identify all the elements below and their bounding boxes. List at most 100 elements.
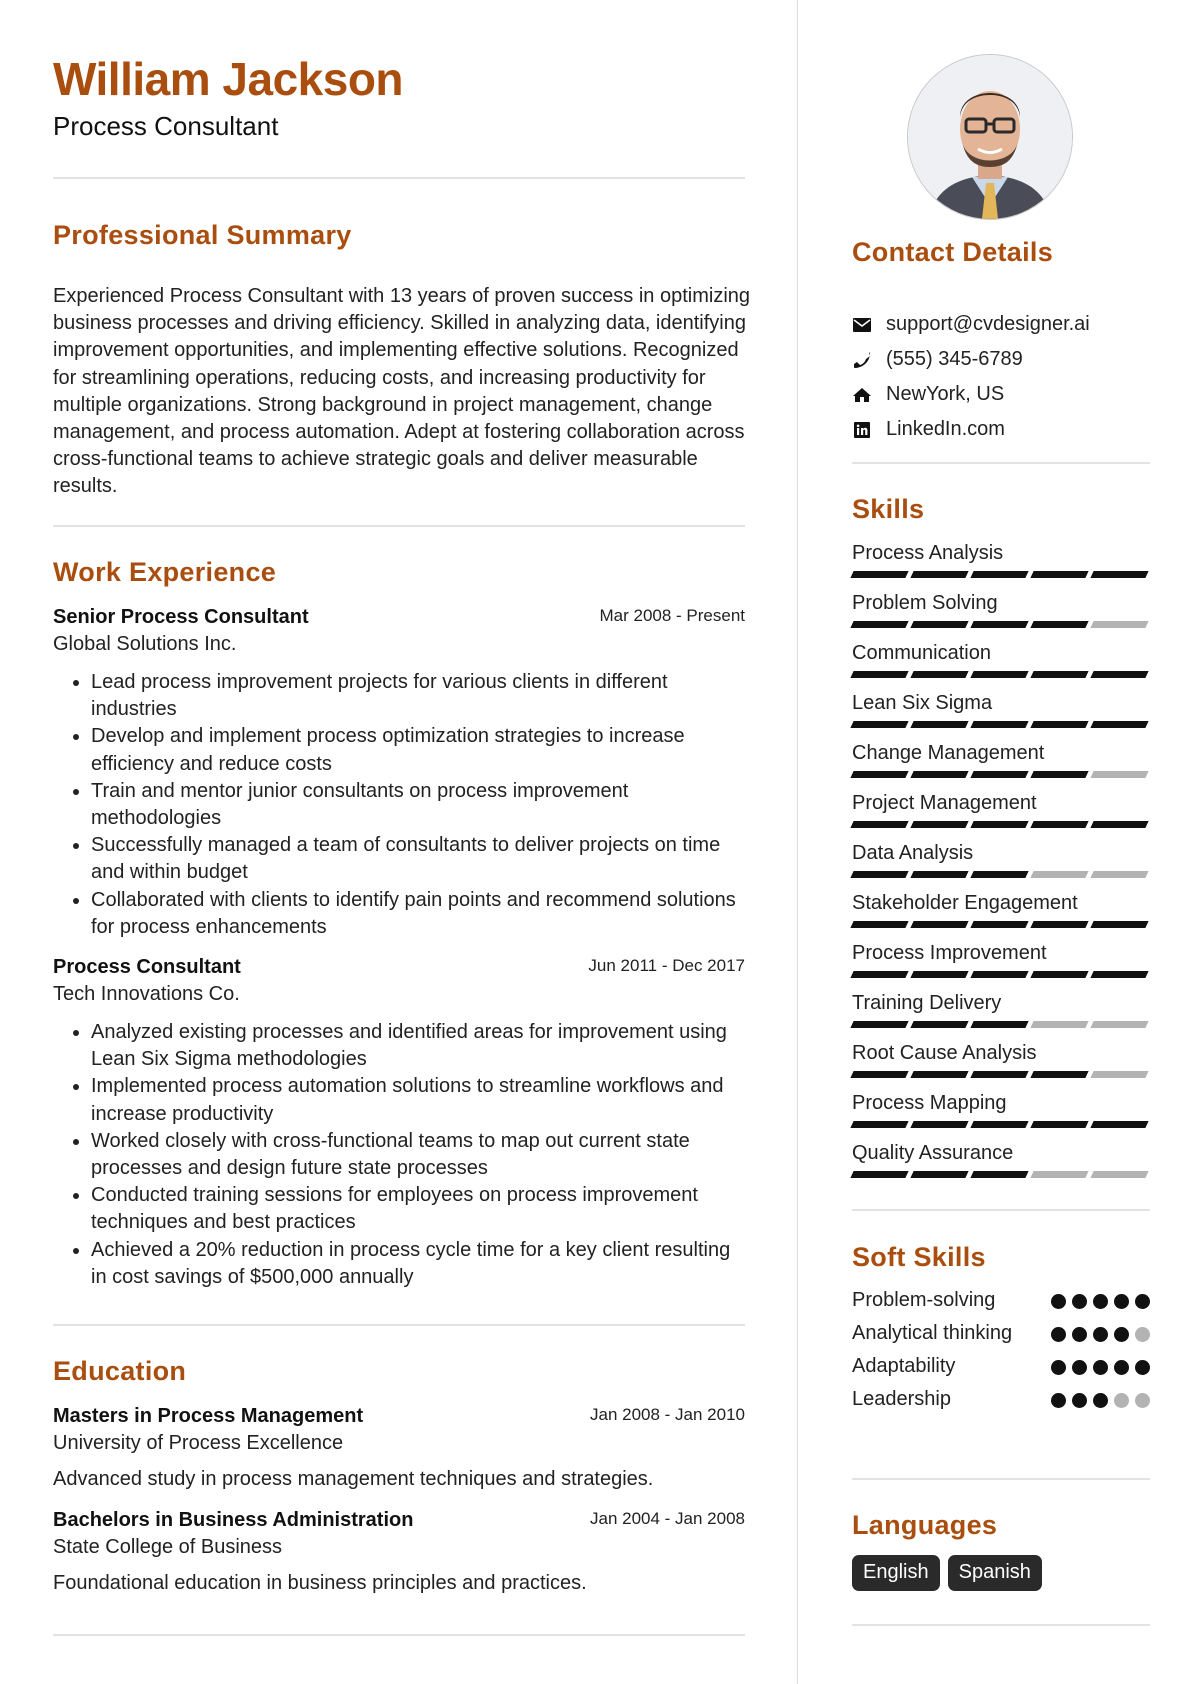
skill-segment-filled <box>1090 921 1149 928</box>
divider <box>852 1624 1150 1626</box>
soft-skill-item: Analytical thinking <box>852 1320 1150 1347</box>
skill-segment-filled <box>910 1021 969 1028</box>
job-entry: Senior Process Consultant Mar 2008 - Pre… <box>53 606 745 941</box>
skill-segment-filled <box>970 671 1029 678</box>
skill-segment-filled <box>910 1071 969 1078</box>
skill-level-bar <box>850 1171 1150 1178</box>
degree: Bachelors in Business Administration <box>53 1509 414 1531</box>
job-bullet: Train and mentor junior consultants on p… <box>91 778 745 832</box>
skill-segment-filled <box>1030 671 1089 678</box>
skill-segment-empty <box>1090 771 1149 778</box>
rating-dot-filled <box>1051 1294 1066 1309</box>
contact-linkedin[interactable]: LinkedIn.com <box>852 412 1090 447</box>
soft-skill-item: Problem-solving <box>852 1287 1150 1314</box>
rating-dot-filled <box>1093 1294 1108 1309</box>
skill-level-bar <box>850 1021 1150 1028</box>
home-icon <box>852 385 872 405</box>
skill-segment-filled <box>850 621 909 628</box>
rating-dot-filled <box>1051 1393 1066 1408</box>
skill-segment-filled <box>970 871 1029 878</box>
rating-dot-filled <box>1051 1360 1066 1375</box>
experience-heading: Work Experience <box>53 557 277 587</box>
soft-skill-rating <box>1051 1287 1150 1309</box>
school: University of Process Excellence <box>53 1432 344 1454</box>
rating-dot-filled <box>1093 1327 1108 1342</box>
skill-segment-filled <box>850 721 909 728</box>
skill-level-bar <box>850 671 1150 678</box>
skill-item: Problem Solving <box>850 591 1150 641</box>
rating-dot-filled <box>1051 1327 1066 1342</box>
skill-segment-filled <box>850 1071 909 1078</box>
divider <box>53 1324 745 1326</box>
contact-location-text: NewYork, US <box>886 383 1005 405</box>
education-description: Foundational education in business princ… <box>53 1572 587 1594</box>
skill-segment-filled <box>910 821 969 828</box>
skill-name: Lean Six Sigma <box>852 692 993 714</box>
skill-segment-filled <box>910 1121 969 1128</box>
skill-segment-filled <box>910 621 969 628</box>
skill-segment-empty <box>1090 1171 1149 1178</box>
skill-item: Process Analysis <box>850 541 1150 591</box>
contact-location: NewYork, US <box>852 377 1090 412</box>
rating-dot-filled <box>1072 1294 1087 1309</box>
divider <box>53 177 745 179</box>
contact-phone[interactable]: (555) 345-6789 <box>852 342 1090 377</box>
languages-list: English Spanish <box>852 1555 1042 1591</box>
skill-segment-filled <box>910 771 969 778</box>
phone-icon <box>852 350 872 370</box>
soft-skill-name: Adaptability <box>852 1355 956 1377</box>
job-bullet: Lead process improvement projects for va… <box>91 669 745 723</box>
skill-name: Stakeholder Engagement <box>852 892 1078 914</box>
skill-level-bar <box>850 871 1150 878</box>
school: State College of Business <box>53 1536 283 1558</box>
portrait-image <box>908 55 1072 219</box>
soft-skills-list: Problem-solving Analytical thinking Adapta… <box>852 1287 1150 1419</box>
skill-level-bar <box>850 721 1150 728</box>
language-tag: English <box>852 1555 940 1591</box>
job-dates: Mar 2008 - Present <box>599 606 745 625</box>
skill-name: Project Management <box>852 792 1037 814</box>
education-entry: Bachelors in Business Administration Jan… <box>53 1509 745 1595</box>
language-tag: Spanish <box>947 1555 1042 1591</box>
skill-name: Data Analysis <box>852 842 974 864</box>
job-bullet: Successfully managed a team of consultan… <box>91 832 745 886</box>
skill-segment-filled <box>970 571 1029 578</box>
skill-segment-filled <box>910 1171 969 1178</box>
skill-segment-filled <box>970 1071 1029 1078</box>
skill-segment-filled <box>850 871 909 878</box>
education-entry: Masters in Process Management Jan 2008 -… <box>53 1405 745 1491</box>
contact-heading: Contact Details <box>852 237 1054 267</box>
skill-segment-empty <box>1030 871 1089 878</box>
rating-dot-filled <box>1093 1393 1108 1408</box>
skill-segment-empty <box>1090 1021 1149 1028</box>
skill-item: Communication <box>850 641 1150 691</box>
education-description: Advanced study in process management tec… <box>53 1468 654 1490</box>
skill-segment-filled <box>1090 1121 1149 1128</box>
contact-email[interactable]: support@cvdesigner.ai <box>852 307 1090 342</box>
divider <box>53 525 745 527</box>
skills-heading: Skills <box>852 494 925 524</box>
skill-level-bar <box>850 621 1150 628</box>
skill-name: Communication <box>852 642 991 664</box>
skill-item: Root Cause Analysis <box>850 1041 1150 1091</box>
rating-dot-empty <box>1114 1393 1129 1408</box>
skill-name: Process Improvement <box>852 942 1047 964</box>
skill-name: Training Delivery <box>852 992 1002 1014</box>
soft-skill-item: Leadership <box>852 1386 1150 1413</box>
skill-level-bar <box>850 821 1150 828</box>
skill-segment-filled <box>1030 621 1089 628</box>
skill-segment-filled <box>1030 1071 1089 1078</box>
summary-heading: Professional Summary <box>53 220 352 250</box>
skill-segment-filled <box>850 821 909 828</box>
skill-segment-filled <box>1030 921 1089 928</box>
rating-dot-filled <box>1072 1360 1087 1375</box>
skill-segment-filled <box>1090 971 1149 978</box>
skill-name: Process Analysis <box>852 542 1004 564</box>
skill-segment-empty <box>1090 621 1149 628</box>
skill-item: Change Management <box>850 741 1150 791</box>
skill-segment-filled <box>910 921 969 928</box>
skill-segment-filled <box>1090 571 1149 578</box>
education-dates: Jan 2004 - Jan 2008 <box>589 1509 745 1528</box>
job-bullet: Conducted training sessions for employee… <box>91 1182 745 1236</box>
rating-dot-filled <box>1114 1294 1129 1309</box>
